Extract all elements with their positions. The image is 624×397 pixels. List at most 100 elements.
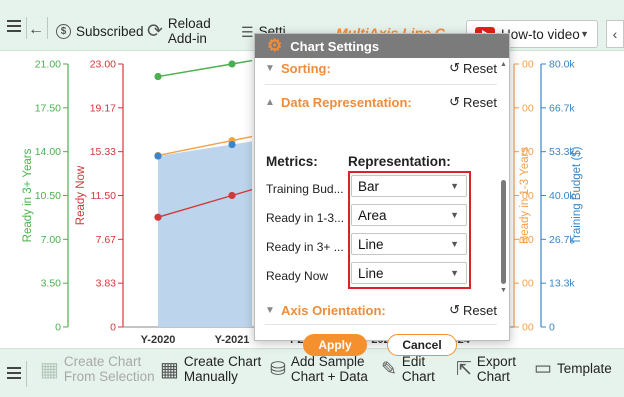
- section-data-representation[interactable]: ▲ Data Representation: ↺ Reset: [265, 92, 497, 112]
- axis-tick-label: 23.00: [90, 59, 116, 71]
- section-axis-orientation[interactable]: ▼ Axis Orientation: ↺ Reset: [265, 300, 497, 320]
- edit-chart-button[interactable]: ✎ Edit Chart: [381, 355, 435, 384]
- gear-icon: ⚙: [267, 36, 283, 55]
- hamburger-menu-icon[interactable]: [6, 366, 22, 380]
- template-label: Template: [556, 361, 612, 376]
- reset-label: Reset: [463, 302, 497, 318]
- metric-label: Training Bud...: [266, 182, 344, 196]
- export-icon: ⇱: [456, 358, 472, 380]
- export-chart-button[interactable]: ⇱ Export Chart: [456, 355, 516, 384]
- axis-orientation-label: Axis Orientation:: [281, 302, 386, 318]
- axis-tick-label: 0: [110, 322, 116, 334]
- undo-icon: ↺: [449, 94, 461, 109]
- collapse-panel-button[interactable]: ‹: [606, 20, 624, 48]
- reload-label-line1: Reload: [167, 16, 211, 31]
- dollar-circle-icon: $: [56, 24, 71, 39]
- hamburger-menu-icon[interactable]: [6, 19, 22, 33]
- reload-icon: ⟳: [147, 20, 163, 42]
- create-chart-from-selection-button[interactable]: ▦ Create Chart From Selection: [40, 355, 155, 384]
- representation-select-ready-3-plus[interactable]: Line ▼: [351, 233, 467, 255]
- axis-tick-label: 0: [549, 322, 555, 334]
- data-point: [154, 213, 162, 221]
- cancel-button[interactable]: Cancel: [387, 334, 457, 356]
- axis-title: Ready Now: [75, 165, 87, 225]
- scrollbar-thumb[interactable]: [501, 180, 506, 284]
- axis-tick-label: 00: [522, 59, 534, 71]
- select-value: Bar: [358, 178, 380, 194]
- category-label: Y-2021: [215, 334, 250, 346]
- undo-icon: ↺: [449, 60, 461, 75]
- chevron-down-icon: ▼: [265, 304, 275, 316]
- axis-title: Ready in 1-3 Years: [519, 147, 531, 244]
- axis-tick-label: 66.7k: [549, 102, 575, 114]
- axis-tick-label: 19.17: [90, 102, 116, 114]
- series-line: [157, 59, 253, 78]
- axis-tick-label: 7.67: [96, 234, 117, 246]
- axis-tick-label: 17.50: [35, 102, 61, 114]
- axis-tick-label: 15.33: [90, 146, 116, 158]
- add-sample-chart-button[interactable]: ⛁ Add Sample Chart + Data: [270, 355, 368, 384]
- representation-select-ready-1-3[interactable]: Area ▼: [351, 204, 467, 226]
- export-label-2: Chart: [476, 369, 510, 384]
- chevron-down-icon: ▼: [580, 29, 589, 39]
- axis-tick-label: 21.00: [35, 59, 61, 71]
- section-sorting[interactable]: ▼ Sorting: ↺ Reset: [265, 58, 497, 78]
- training-budget-area: [158, 141, 252, 327]
- axis-tick-label: 14.00: [35, 146, 61, 158]
- axis-tick-label: 10.50: [35, 190, 61, 202]
- axis-title: Ready in 3+ Years: [22, 148, 34, 242]
- sliders-icon: ☰: [241, 24, 254, 40]
- data-representation-label: Data Representation:: [281, 94, 412, 110]
- chart-settings-dialog: ⚙ Chart Settings ▼ Sorting: ↺ Reset ▲ Da…: [254, 33, 511, 356]
- sorting-label: Sorting:: [281, 60, 331, 76]
- dialog-scrollbar[interactable]: ▲ ▼: [499, 58, 508, 296]
- section-divider: [265, 84, 497, 85]
- chevron-down-icon: ▼: [265, 62, 275, 74]
- chevron-down-icon: ▼: [450, 210, 459, 220]
- data-representation-reset-button[interactable]: ↺ Reset: [449, 94, 497, 110]
- axis-tick-label: 00: [522, 278, 534, 290]
- toolbar-divider: [47, 17, 48, 39]
- undo-icon: ↺: [449, 302, 461, 317]
- create-selection-label-2: From Selection: [63, 369, 155, 384]
- scroll-up-arrow-icon[interactable]: ▲: [499, 60, 508, 69]
- reload-label-line2: Add-in: [167, 31, 207, 46]
- edit-chart-icon: ✎: [381, 358, 397, 380]
- create-chart-manually-button[interactable]: ▦ Create Chart Manually: [160, 355, 261, 384]
- edit-label-2: Chart: [401, 369, 435, 384]
- axis-tick-label: 00: [522, 102, 534, 114]
- representation-select-training-budget[interactable]: Bar ▼: [351, 175, 467, 197]
- metrics-header: Metrics:: [266, 154, 318, 169]
- apply-button[interactable]: Apply: [303, 334, 367, 356]
- axis-tick-label: 80.0k: [549, 59, 575, 71]
- toolbar-divider: [26, 17, 27, 39]
- sorting-reset-button[interactable]: ↺ Reset: [449, 60, 497, 76]
- axis-orientation-reset-button[interactable]: ↺ Reset: [449, 302, 497, 318]
- dialog-body: ▼ Sorting: ↺ Reset ▲ Data Representation…: [255, 58, 511, 356]
- select-value: Area: [358, 207, 387, 223]
- data-point: [228, 140, 236, 149]
- template-folder-icon: ▭: [534, 358, 552, 379]
- table-icon: ▦: [40, 358, 59, 381]
- back-arrow-icon[interactable]: ←: [28, 21, 44, 38]
- dialog-title-bar: ⚙ Chart Settings: [255, 34, 509, 58]
- chevron-up-icon: ▲: [265, 96, 275, 108]
- reload-addin-button[interactable]: ⟳ Reload Add-in: [147, 17, 211, 46]
- chevron-down-icon: ▼: [450, 239, 459, 249]
- create-manual-label-1: Create Chart: [183, 354, 262, 369]
- data-point: [228, 191, 236, 200]
- sample-chart-icon: ⛁: [270, 358, 286, 380]
- reset-label: Reset: [463, 60, 497, 76]
- subscribed-button[interactable]: $ Subscribed: [56, 24, 144, 39]
- axis-tick-label: 3.50: [41, 278, 62, 290]
- scroll-down-arrow-icon[interactable]: ▼: [499, 286, 508, 295]
- select-value: Line: [358, 236, 384, 252]
- template-button[interactable]: ▭ Template: [534, 358, 612, 379]
- reset-label: Reset: [463, 94, 497, 110]
- create-selection-label-1: Create Chart: [63, 354, 142, 369]
- representation-select-ready-now[interactable]: Line ▼: [351, 262, 467, 284]
- axis-tick-label: 0: [55, 322, 61, 334]
- axis-tick-label: 11.50: [91, 190, 117, 202]
- representation-header: Representation:: [348, 154, 451, 169]
- axis-tick-label: 00: [522, 322, 534, 334]
